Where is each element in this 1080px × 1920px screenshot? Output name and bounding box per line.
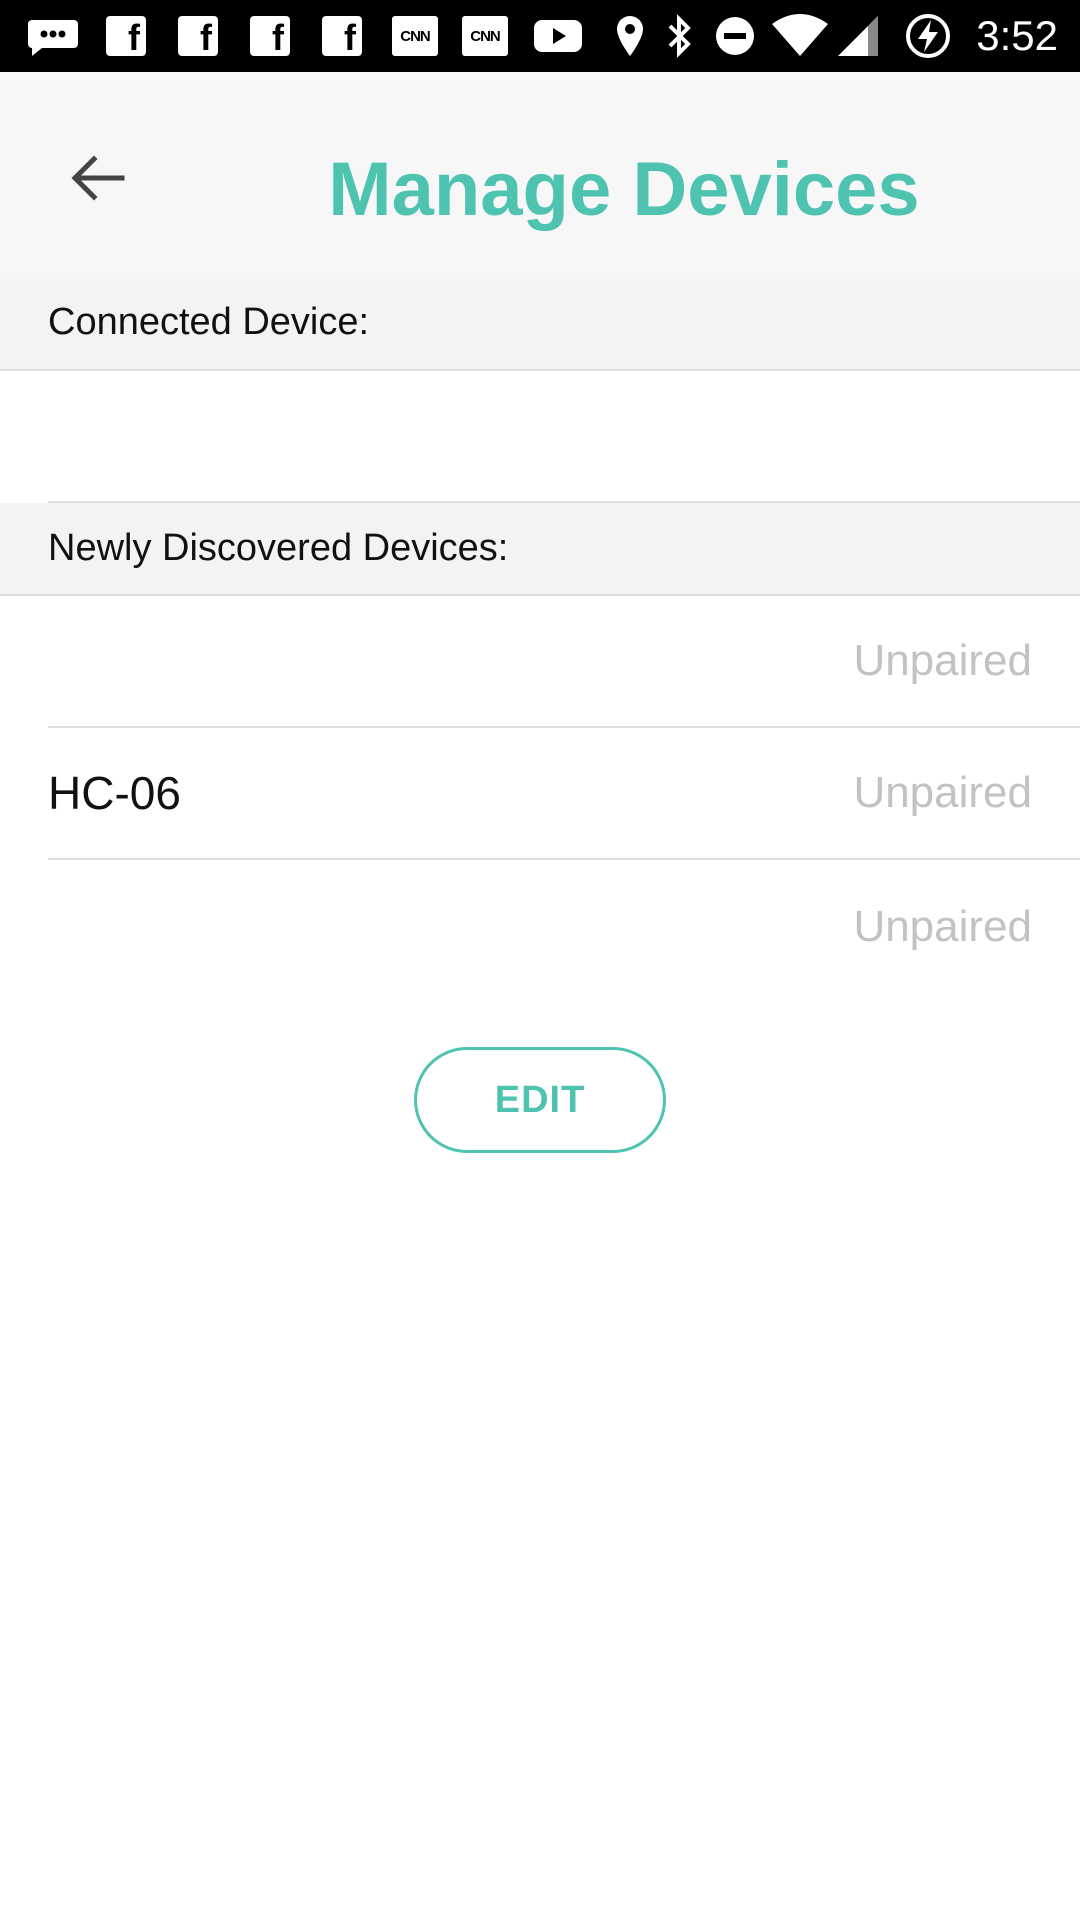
device-status: Unpaired: [853, 768, 1032, 817]
edit-button[interactable]: EDIT: [414, 1047, 666, 1153]
battery-charging-icon: [904, 14, 952, 58]
device-row[interactable]: Unpaired: [48, 862, 1080, 992]
cnn-icon: CNN: [392, 14, 438, 58]
facebook-icon: f: [178, 14, 218, 58]
divider: [48, 858, 1080, 860]
cnn-icon: CNN: [462, 14, 508, 58]
do-not-disturb-icon: [714, 14, 756, 58]
device-status: Unpaired: [853, 902, 1032, 951]
status-bar: f f f f CNN CNN 3:52: [0, 0, 1080, 72]
connected-device-header: Connected Device:: [0, 279, 1080, 371]
connected-device-label: Connected Device:: [48, 301, 370, 343]
facebook-icon: f: [250, 14, 290, 58]
discovered-devices-header: Newly Discovered Devices:: [0, 503, 1080, 596]
device-name: HC-06: [48, 767, 181, 819]
connected-device-row[interactable]: [48, 371, 1080, 501]
device-row[interactable]: HC-06 Unpaired: [48, 728, 1080, 858]
wifi-icon: [770, 14, 830, 58]
app-bar: Manage Devices: [0, 72, 1080, 279]
device-row[interactable]: Unpaired: [48, 596, 1080, 726]
device-status: Unpaired: [853, 636, 1032, 685]
discovered-devices-label: Newly Discovered Devices:: [48, 527, 509, 569]
status-time: 3:52: [976, 12, 1058, 59]
bluetooth-icon: [664, 14, 694, 58]
messenger-icon: [26, 14, 80, 58]
facebook-icon: f: [106, 14, 146, 58]
page-title: Manage Devices: [328, 147, 920, 232]
facebook-icon: f: [322, 14, 362, 58]
location-icon: [614, 14, 646, 58]
youtube-icon: [534, 14, 582, 58]
signal-icon: [836, 14, 880, 58]
